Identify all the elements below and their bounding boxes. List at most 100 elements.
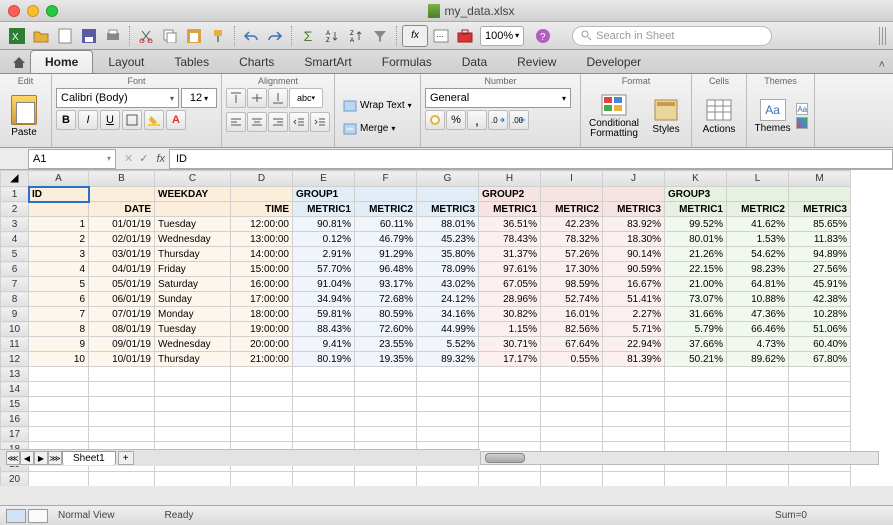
cell-L20[interactable]	[727, 472, 789, 487]
cell-C6[interactable]: Friday	[155, 262, 231, 277]
cell-D15[interactable]	[231, 397, 293, 412]
cell-C14[interactable]	[155, 382, 231, 397]
cell-D7[interactable]: 16:00:00	[231, 277, 293, 292]
cell-I8[interactable]: 52.74%	[541, 292, 603, 307]
cell-G8[interactable]: 24.12%	[417, 292, 479, 307]
cell-E4[interactable]: 0.12%	[293, 232, 355, 247]
cancel-formula-button[interactable]: ✕	[124, 152, 133, 165]
cell-E17[interactable]	[293, 427, 355, 442]
tab-home[interactable]: Home	[30, 50, 93, 73]
cell-I10[interactable]: 82.56%	[541, 322, 603, 337]
cell-D5[interactable]: 14:00:00	[231, 247, 293, 262]
cell-H3[interactable]: 36.51%	[479, 217, 541, 232]
cell-F16[interactable]	[355, 412, 417, 427]
cell-E14[interactable]	[293, 382, 355, 397]
cell-A10[interactable]: 8	[29, 322, 89, 337]
column-header-L[interactable]: L	[727, 171, 789, 187]
cell-G11[interactable]: 5.52%	[417, 337, 479, 352]
row-header-6[interactable]: 6	[1, 262, 29, 277]
cell-L2[interactable]: METRIC2	[727, 202, 789, 217]
cell-D6[interactable]: 15:00:00	[231, 262, 293, 277]
cell-F2[interactable]: METRIC2	[355, 202, 417, 217]
cell-I9[interactable]: 16.01%	[541, 307, 603, 322]
column-header-C[interactable]: C	[155, 171, 231, 187]
cell-M2[interactable]: METRIC3	[789, 202, 851, 217]
cell-D16[interactable]	[231, 412, 293, 427]
toolbox-icon[interactable]	[454, 25, 476, 47]
cell-J7[interactable]: 16.67%	[603, 277, 665, 292]
cell-D13[interactable]	[231, 367, 293, 382]
cell-E20[interactable]	[293, 472, 355, 487]
cell-M17[interactable]	[789, 427, 851, 442]
orientation-button[interactable]: abc▾	[289, 88, 323, 108]
cell-D17[interactable]	[231, 427, 293, 442]
underline-button[interactable]: U	[100, 110, 120, 130]
cell-I3[interactable]: 42.23%	[541, 217, 603, 232]
cell-M16[interactable]	[789, 412, 851, 427]
cell-K20[interactable]	[665, 472, 727, 487]
cell-F11[interactable]: 23.55%	[355, 337, 417, 352]
row-header-17[interactable]: 17	[1, 427, 29, 442]
cell-K5[interactable]: 21.26%	[665, 247, 727, 262]
name-box[interactable]: A1▾	[28, 149, 116, 169]
cell-J2[interactable]: METRIC3	[603, 202, 665, 217]
cell-M6[interactable]: 27.56%	[789, 262, 851, 277]
cell-J16[interactable]	[603, 412, 665, 427]
cell-C20[interactable]	[155, 472, 231, 487]
cell-G5[interactable]: 35.80%	[417, 247, 479, 262]
theme-fonts-button[interactable]: Aa	[796, 103, 808, 115]
row-header-10[interactable]: 10	[1, 322, 29, 337]
bold-button[interactable]: B	[56, 110, 76, 130]
cell-J12[interactable]: 81.39%	[603, 352, 665, 367]
cell-D4[interactable]: 13:00:00	[231, 232, 293, 247]
themes-button[interactable]: Aa Themes	[751, 87, 794, 145]
cell-L5[interactable]: 54.62%	[727, 247, 789, 262]
cell-G20[interactable]	[417, 472, 479, 487]
column-header-J[interactable]: J	[603, 171, 665, 187]
cell-A16[interactable]	[29, 412, 89, 427]
cell-B2[interactable]: DATE	[89, 202, 155, 217]
row-header-5[interactable]: 5	[1, 247, 29, 262]
column-header-M[interactable]: M	[789, 171, 851, 187]
cell-C15[interactable]	[155, 397, 231, 412]
cell-L7[interactable]: 64.81%	[727, 277, 789, 292]
cell-L16[interactable]	[727, 412, 789, 427]
cell-E5[interactable]: 2.91%	[293, 247, 355, 262]
cell-K4[interactable]: 80.01%	[665, 232, 727, 247]
cell-D20[interactable]	[231, 472, 293, 487]
cell-E10[interactable]: 88.43%	[293, 322, 355, 337]
sort-asc-icon[interactable]: AZ	[321, 25, 343, 47]
align-top-button[interactable]	[226, 88, 246, 108]
search-in-sheet[interactable]: Search in Sheet	[572, 26, 772, 46]
cell-F8[interactable]: 72.68%	[355, 292, 417, 307]
cell-H15[interactable]	[479, 397, 541, 412]
column-header-A[interactable]: A	[29, 171, 89, 187]
wrap-text-button[interactable]: Wrap Text▾	[339, 95, 416, 117]
tab-tables[interactable]: Tables	[159, 50, 224, 73]
cell-J20[interactable]	[603, 472, 665, 487]
add-sheet-button[interactable]: +	[118, 451, 134, 465]
cell-I6[interactable]: 17.30%	[541, 262, 603, 277]
cell-C10[interactable]: Tuesday	[155, 322, 231, 337]
italic-button[interactable]: I	[78, 110, 98, 130]
cell-H13[interactable]	[479, 367, 541, 382]
cell-F17[interactable]	[355, 427, 417, 442]
cell-J14[interactable]	[603, 382, 665, 397]
cell-B10[interactable]: 08/01/19	[89, 322, 155, 337]
cell-A17[interactable]	[29, 427, 89, 442]
cell-A11[interactable]: 9	[29, 337, 89, 352]
cell-A3[interactable]: 1	[29, 217, 89, 232]
cell-I20[interactable]	[541, 472, 603, 487]
column-header-H[interactable]: H	[479, 171, 541, 187]
cell-M8[interactable]: 42.38%	[789, 292, 851, 307]
conditional-formatting-button[interactable]: Conditional Formatting	[585, 87, 643, 145]
cell-F13[interactable]	[355, 367, 417, 382]
cell-F14[interactable]	[355, 382, 417, 397]
indent-decrease-button[interactable]	[289, 112, 309, 132]
cell-B5[interactable]: 03/01/19	[89, 247, 155, 262]
open-icon[interactable]	[30, 25, 52, 47]
cell-J3[interactable]: 83.92%	[603, 217, 665, 232]
cell-H16[interactable]	[479, 412, 541, 427]
font-size-selector[interactable]: 12▾	[181, 88, 217, 108]
column-header-E[interactable]: E	[293, 171, 355, 187]
